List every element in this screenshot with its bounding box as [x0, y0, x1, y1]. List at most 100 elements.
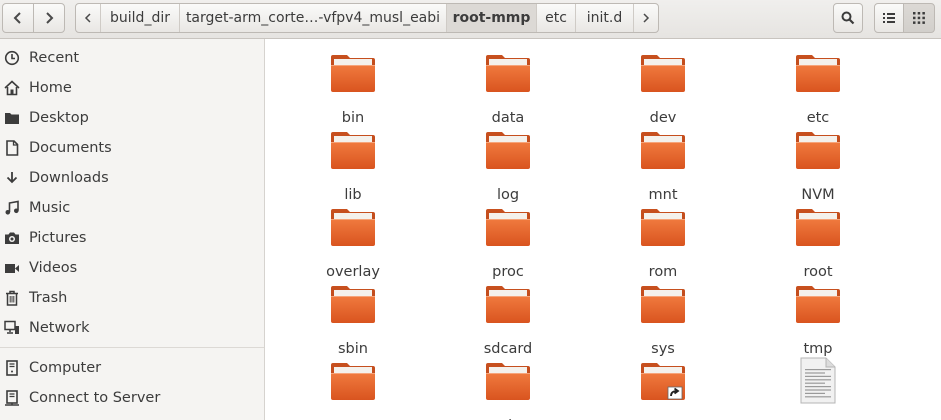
- file-item-proc[interactable]: proc: [438, 207, 578, 283]
- sidebar-item-computer[interactable]: Computer: [0, 353, 264, 383]
- sidebar-item-connect-to-server[interactable]: Connect to Server: [0, 383, 264, 413]
- file-name: sdcard: [483, 341, 533, 357]
- breadcrumb-scroll-right[interactable]: [634, 4, 658, 32]
- file-name: sbin: [338, 341, 368, 357]
- list-icon: [883, 13, 895, 23]
- file-item-usr[interactable]: usr: [283, 361, 423, 420]
- file-item-lib[interactable]: lib: [283, 130, 423, 206]
- sidebar-item-home[interactable]: Home: [0, 73, 264, 103]
- folder-icon: [641, 55, 685, 92]
- file-item-dev[interactable]: dev: [593, 53, 733, 129]
- breadcrumb: build_dir target-arm_corte…-vfpv4_musl_e…: [75, 3, 659, 33]
- sidebar-item-label: Videos: [29, 260, 78, 276]
- folder-icon: [796, 209, 840, 246]
- file-item-root[interactable]: root: [748, 207, 888, 283]
- folder-icon: [796, 132, 840, 169]
- music-icon: [5, 200, 19, 215]
- file-name: data: [491, 110, 525, 126]
- file-item-usrdata[interactable]: usrdata: [438, 361, 578, 420]
- sidebar-item-downloads[interactable]: Downloads: [0, 163, 264, 193]
- trash-icon: [6, 290, 18, 306]
- folder-icon: [486, 55, 530, 92]
- grid-view-button[interactable]: [903, 3, 935, 33]
- chevron-right-icon: [46, 12, 54, 24]
- file-name: NVM: [801, 187, 835, 203]
- file-item-rom[interactable]: rom: [593, 207, 733, 283]
- sidebar-item-network[interactable]: Network: [0, 313, 264, 343]
- folder-icon: [796, 55, 840, 92]
- file-item-log[interactable]: log: [438, 130, 578, 206]
- folder-icon: [641, 209, 685, 246]
- file-name: proc: [492, 264, 524, 280]
- file-name: dev: [649, 110, 677, 126]
- forward-button[interactable]: [33, 3, 65, 33]
- sidebar-item-label: Desktop: [29, 110, 89, 126]
- folder-icon: [331, 55, 375, 92]
- sidebar-item-trash[interactable]: Trash: [0, 283, 264, 313]
- folder-icon: [641, 132, 685, 169]
- folder-icon: [331, 363, 375, 400]
- file-item-data[interactable]: data: [438, 53, 578, 129]
- list-view-button[interactable]: [874, 3, 904, 33]
- folder-icon: [331, 132, 375, 169]
- file-item-www[interactable]: www: [748, 357, 888, 420]
- file-item-var[interactable]: var: [593, 361, 733, 420]
- breadcrumb-etc[interactable]: etc: [537, 4, 576, 32]
- folder-icon: [641, 286, 685, 323]
- file-item-overlay[interactable]: overlay: [283, 207, 423, 283]
- folder-icon: [486, 132, 530, 169]
- search-icon: [841, 11, 855, 25]
- file-name: log: [496, 187, 520, 203]
- sidebar-item-label: Documents: [29, 140, 112, 156]
- folder-icon: [331, 286, 375, 323]
- back-button[interactable]: [2, 3, 34, 33]
- sidebar-item-recent[interactable]: Recent: [0, 43, 264, 73]
- folder-icon: [796, 286, 840, 323]
- chevron-left-icon: [84, 13, 91, 23]
- video-icon: [5, 264, 19, 273]
- chevron-right-icon: [643, 13, 650, 23]
- sidebar-item-videos[interactable]: Videos: [0, 253, 264, 283]
- sidebar-item-pictures[interactable]: Pictures: [0, 223, 264, 253]
- folder-icon: [5, 113, 19, 124]
- network-icon: [4, 320, 19, 334]
- breadcrumb-init-d[interactable]: init.d: [576, 4, 634, 32]
- file-item-etc[interactable]: etc: [748, 53, 888, 129]
- sidebar-item-label: Pictures: [29, 230, 87, 246]
- file-item-tmp[interactable]: tmp: [748, 284, 888, 360]
- chevron-left-icon: [13, 12, 21, 24]
- clock-icon: [4, 50, 20, 66]
- breadcrumb-root-mmp[interactable]: root-mmp: [447, 4, 537, 32]
- file-name: root: [803, 264, 833, 280]
- file-name: sys: [651, 341, 675, 357]
- file-item-bin[interactable]: bin: [283, 53, 423, 129]
- file-grid: bin data dev etc lib log mnt NVM overlay proc rom r…: [265, 39, 941, 420]
- sidebar-item-label: Downloads: [29, 170, 109, 186]
- sidebar-item-label: Music: [29, 200, 71, 216]
- folder-icon: [486, 286, 530, 323]
- file-item-sys[interactable]: sys: [593, 284, 733, 360]
- sidebar-item-label: Computer: [29, 360, 102, 376]
- computer-icon: [6, 360, 18, 376]
- file-item-mnt[interactable]: mnt: [593, 130, 733, 206]
- breadcrumb-scroll-left[interactable]: [76, 4, 101, 32]
- file-name: tmp: [803, 341, 833, 357]
- sidebar-item-label: Network: [29, 320, 90, 336]
- folder-icon: [486, 209, 530, 246]
- folder-link-icon: [641, 363, 685, 400]
- text-file-icon: [800, 357, 836, 404]
- breadcrumb-build-dir[interactable]: build_dir: [101, 4, 180, 32]
- home-icon: [4, 80, 20, 96]
- search-button[interactable]: [833, 3, 863, 33]
- folder-icon: [331, 209, 375, 246]
- sidebar-item-label: Connect to Server: [29, 390, 161, 406]
- file-item-nvm[interactable]: NVM: [748, 130, 888, 206]
- sidebar-item-music[interactable]: Music: [0, 193, 264, 223]
- file-item-sbin[interactable]: sbin: [283, 284, 423, 360]
- sidebar-divider: [0, 347, 264, 348]
- sidebar-item-desktop[interactable]: Desktop: [0, 103, 264, 133]
- file-item-sdcard[interactable]: sdcard: [438, 284, 578, 360]
- file-name: rom: [648, 264, 678, 280]
- sidebar-item-documents[interactable]: Documents: [0, 133, 264, 163]
- breadcrumb-target-arm[interactable]: target-arm_corte…-vfpv4_musl_eabi: [180, 4, 447, 32]
